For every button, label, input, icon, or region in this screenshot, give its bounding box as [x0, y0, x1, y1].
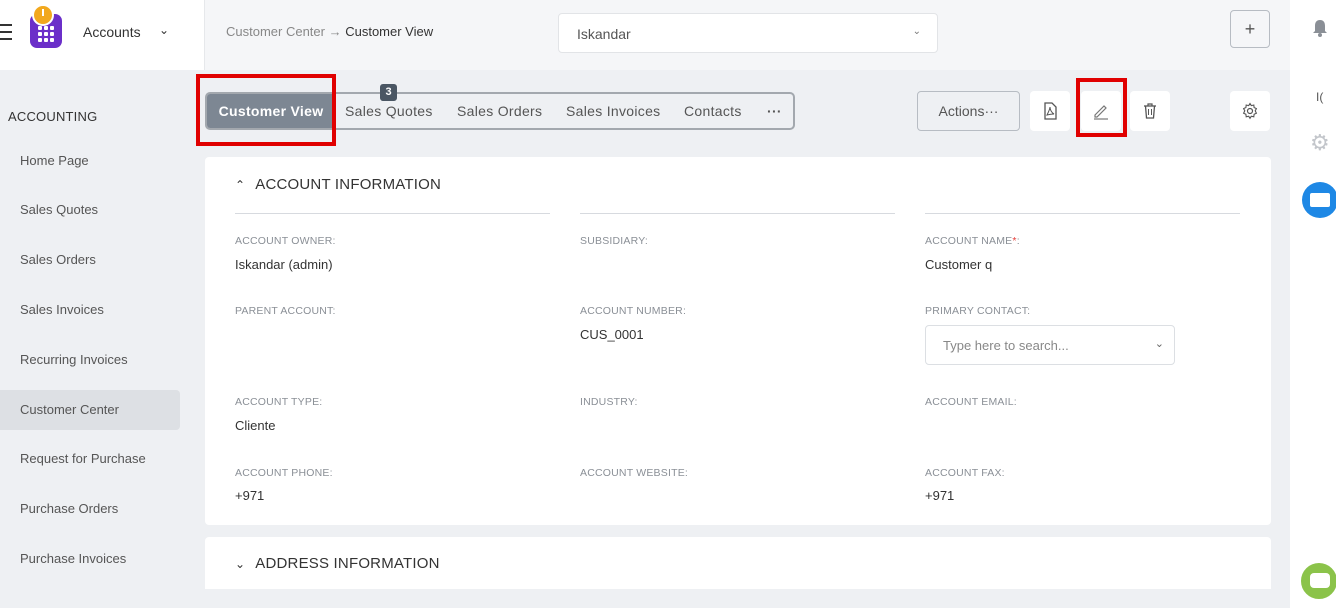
actions-button[interactable]: Actions··· [917, 91, 1020, 131]
mail-icon[interactable] [1302, 182, 1336, 218]
column-divider [925, 213, 1240, 214]
top-bar: Accounts ⌄ Customer Center → Customer Vi… [0, 0, 1290, 70]
customer-select[interactable]: Iskandar ⌄ [558, 13, 938, 53]
chevron-down-icon: ⌄ [235, 557, 246, 571]
sidebar-section-title: ACCOUNTING [8, 109, 98, 124]
highlight-edit-button [1076, 78, 1127, 137]
address-information-card: ⌄ ADDRESS INFORMATION [205, 537, 1271, 589]
sidebar-item-customer-center[interactable]: Customer Center [0, 390, 180, 430]
pdf-export-button[interactable] [1030, 91, 1070, 131]
breadcrumb: Customer Center → Customer View [226, 24, 433, 39]
tab-contacts[interactable]: Contacts [684, 94, 742, 128]
chevron-up-icon: ⌃ [235, 178, 246, 192]
sidebar-item-sales-orders[interactable]: Sales Orders [0, 240, 180, 280]
more-tabs-icon[interactable]: ··· [767, 94, 782, 128]
gear-icon[interactable]: ⚙ [1310, 130, 1330, 156]
account-owner-value: Iskandar (admin) [235, 257, 333, 272]
hamburger-menu-icon[interactable] [0, 24, 12, 40]
account-fax-label: ACCOUNT FAX: [925, 467, 1005, 479]
sidebar-item-purchase-invoices[interactable]: Purchase Invoices [0, 539, 180, 579]
account-information-title: ACCOUNT INFORMATION [255, 176, 442, 193]
account-information-header[interactable]: ⌃ ACCOUNT INFORMATION [235, 176, 441, 193]
account-type-value: Cliente [235, 418, 276, 433]
chevron-down-icon: ⌄ [1154, 338, 1164, 350]
app-logo [30, 4, 62, 48]
chevron-down-icon: ⌄ [912, 26, 921, 37]
app-switcher-label[interactable]: Accounts [83, 24, 141, 40]
trash-icon [1144, 103, 1156, 119]
delete-button[interactable] [1130, 91, 1170, 131]
account-phone-value: +971 [235, 488, 265, 503]
account-website-label: ACCOUNT WEBSITE: [580, 467, 689, 479]
add-button[interactable]: + [1230, 10, 1270, 48]
account-phone-label: ACCOUNT PHONE: [235, 467, 333, 479]
right-rail: I( ⚙ [1290, 0, 1336, 608]
chat-icon[interactable] [1298, 560, 1336, 602]
tab-sales-orders[interactable]: Sales Orders [457, 94, 542, 128]
subsidiary-label: SUBSIDIARY: [580, 235, 648, 247]
sidebar-item-request-for-purchase[interactable]: Request for Purchase [0, 439, 180, 479]
address-information-header[interactable]: ⌄ ADDRESS INFORMATION [235, 555, 440, 572]
bell-icon[interactable] [1310, 18, 1330, 38]
column-divider [580, 213, 895, 214]
column-divider [235, 213, 550, 214]
tab-sales-invoices[interactable]: Sales Invoices [566, 94, 660, 128]
pdf-icon [1044, 102, 1057, 120]
account-fax-value: +971 [925, 488, 955, 503]
highlight-customer-view-tab [196, 74, 336, 146]
tab-count-badge: 3 [380, 84, 397, 101]
sidebar-item-recurring-invoices[interactable]: Recurring Invoices [0, 340, 180, 380]
chevron-down-icon[interactable]: ⌄ [159, 23, 169, 37]
account-email-label: ACCOUNT EMAIL: [925, 396, 1017, 408]
collapse-toggle[interactable]: I( [1316, 90, 1323, 104]
sidebar-item-home-page[interactable]: Home Page [0, 141, 180, 181]
address-information-title: ADDRESS INFORMATION [255, 555, 440, 572]
gear-icon [1242, 102, 1258, 120]
account-name-label: ACCOUNT NAME*: [925, 235, 1020, 247]
account-number-value: CUS_0001 [580, 327, 644, 342]
primary-contact-label: PRIMARY CONTACT: [925, 305, 1031, 317]
industry-label: INDUSTRY: [580, 396, 638, 408]
primary-contact-select[interactable]: Type here to search... ⌄ [925, 325, 1175, 365]
sidebar-item-sales-quotes[interactable]: Sales Quotes [0, 190, 180, 230]
breadcrumb-current: Customer View [345, 24, 434, 39]
sidebar-item-sales-invoices[interactable]: Sales Invoices [0, 290, 180, 330]
sidebar: ACCOUNTING Home Page Sales Quotes Sales … [0, 70, 205, 608]
account-information-card: ⌃ ACCOUNT INFORMATION ACCOUNT OWNER: Iska… [205, 157, 1271, 525]
clock-icon [32, 4, 54, 26]
account-number-label: ACCOUNT NUMBER: [580, 305, 687, 317]
breadcrumb-parent[interactable]: Customer Center [226, 24, 325, 39]
parent-account-label: PARENT ACCOUNT: [235, 305, 336, 317]
account-owner-label: ACCOUNT OWNER: [235, 235, 336, 247]
account-type-label: ACCOUNT TYPE: [235, 396, 323, 408]
primary-contact-placeholder: Type here to search... [943, 338, 1069, 353]
customer-select-value: Iskandar [577, 26, 631, 42]
breadcrumb-separator: → [324, 24, 346, 39]
brand-area: Accounts ⌄ [0, 0, 205, 70]
account-name-value: Customer q [925, 257, 993, 272]
sidebar-item-purchase-orders[interactable]: Purchase Orders [0, 489, 180, 529]
settings-button[interactable] [1230, 91, 1270, 131]
